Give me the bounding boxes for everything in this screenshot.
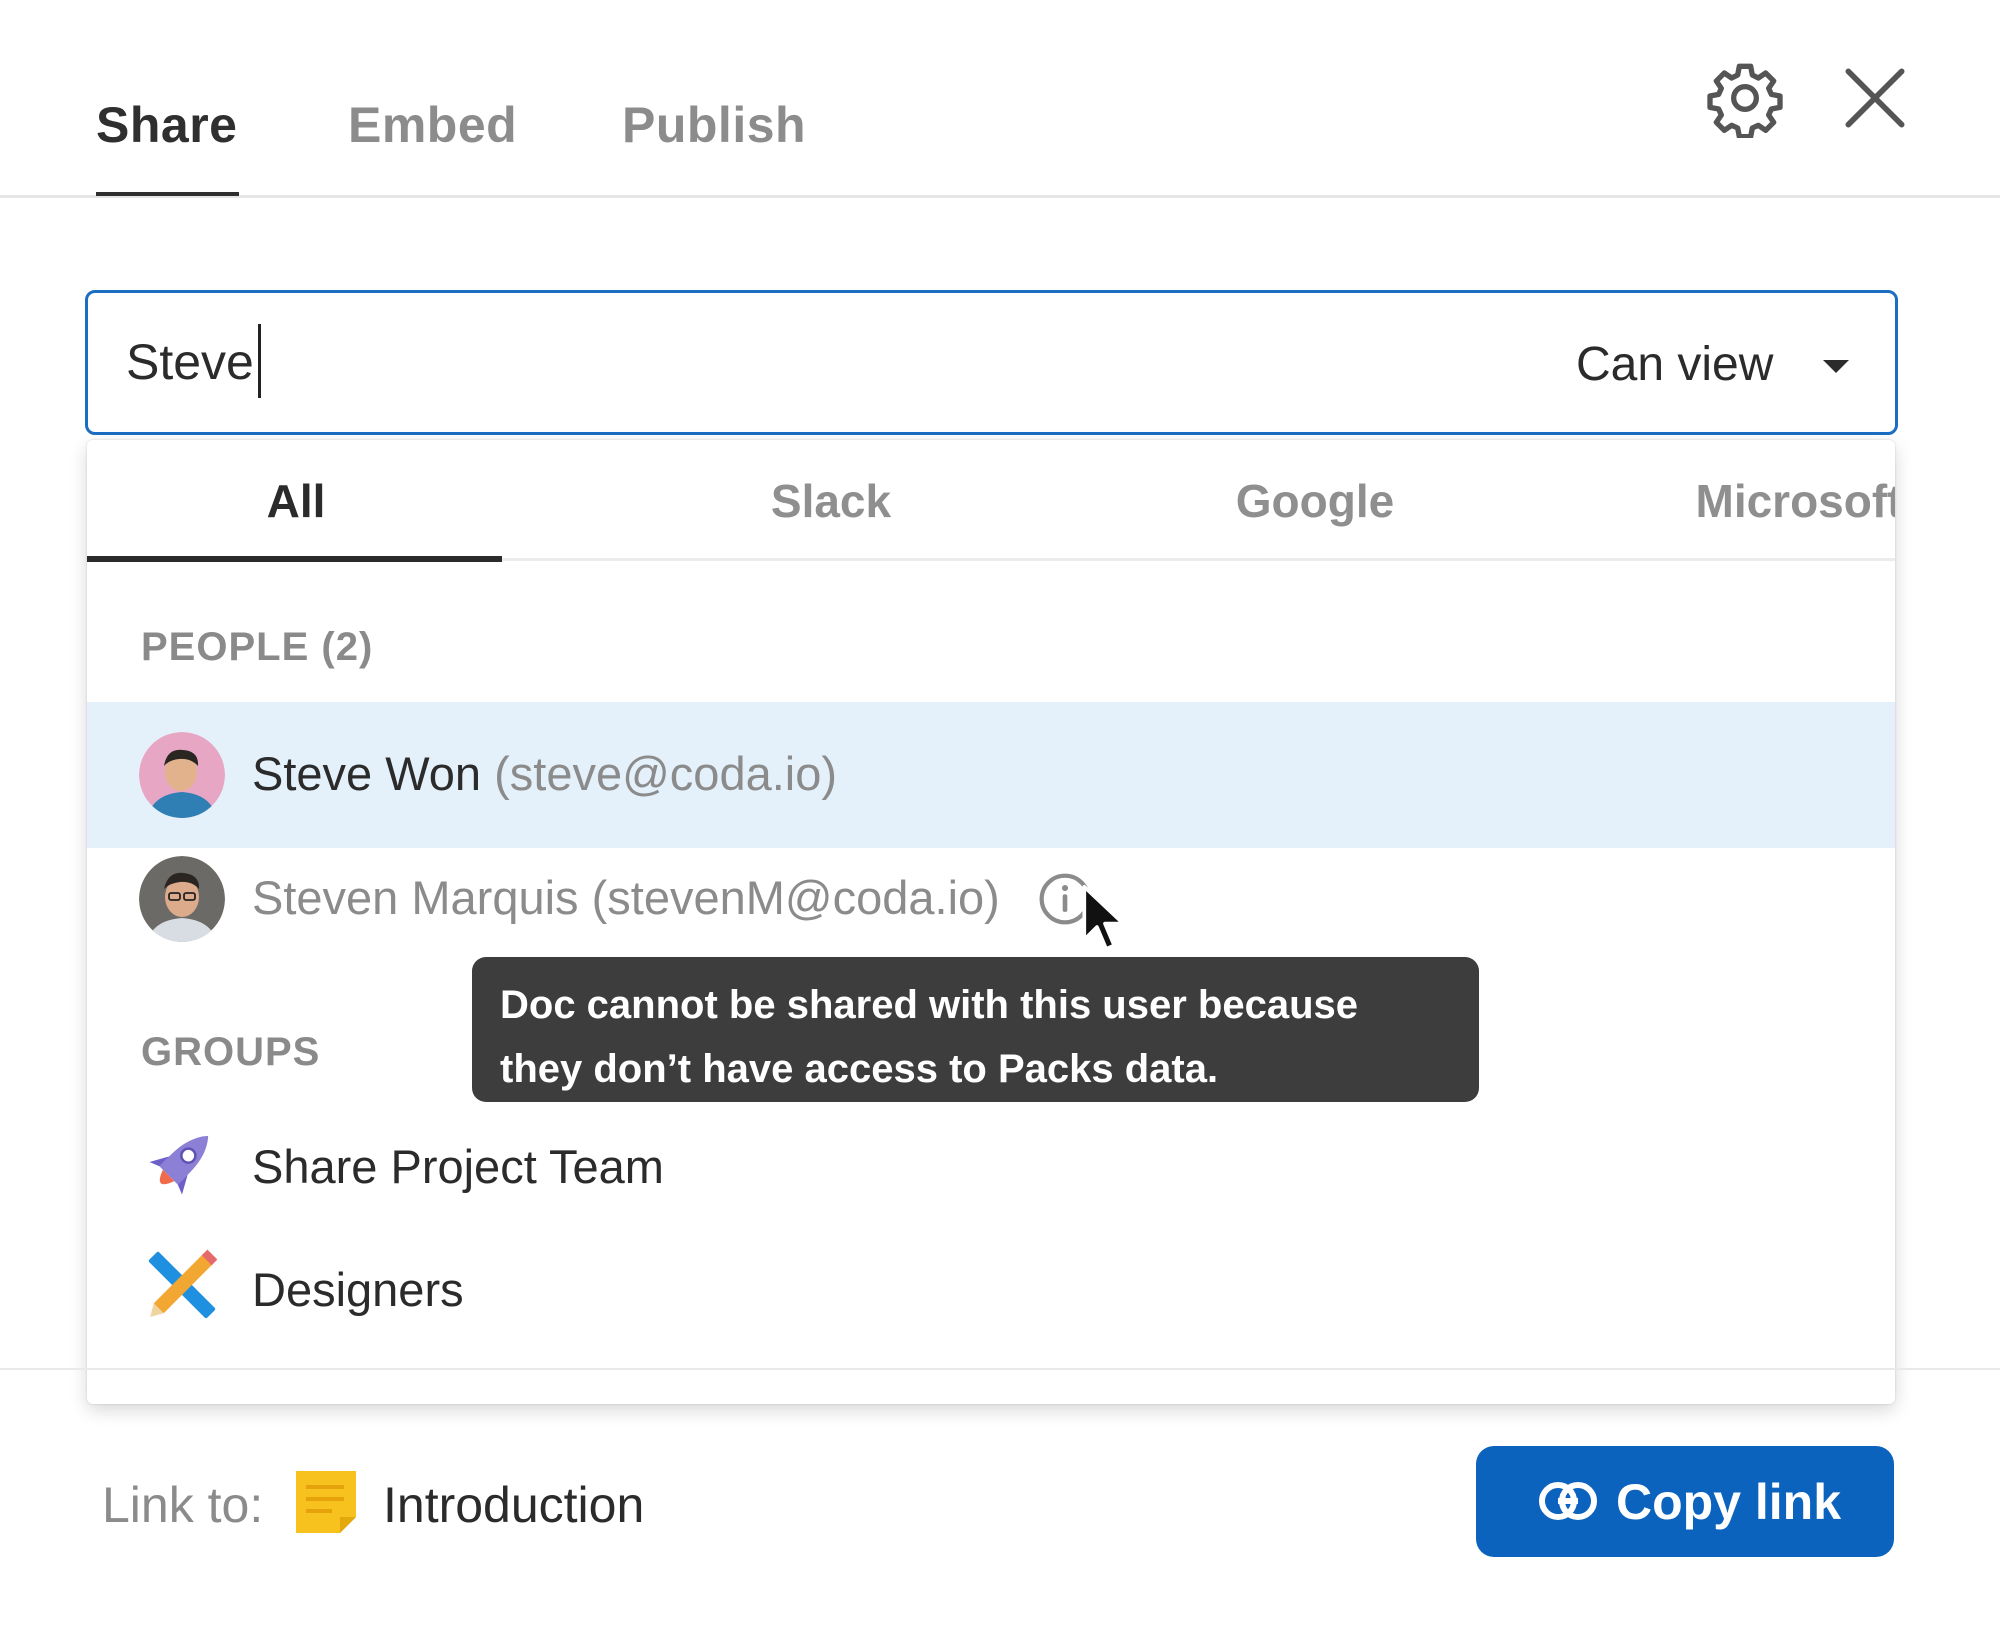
chevron-down-icon[interactable] bbox=[1823, 360, 1849, 373]
close-icon[interactable] bbox=[1835, 58, 1915, 138]
suggestions-dropdown: All Slack Google Microsoft PEOPLE (2) St… bbox=[87, 440, 1895, 1404]
tab-publish[interactable]: Publish bbox=[622, 96, 806, 154]
avatar bbox=[139, 732, 225, 818]
group-name: Designers bbox=[252, 1263, 464, 1316]
active-tab-indicator bbox=[87, 556, 502, 562]
person-label: Steven Marquis (stevenM@coda.io) bbox=[252, 870, 1000, 925]
tab-embed[interactable]: Embed bbox=[348, 96, 517, 154]
avatar bbox=[139, 856, 225, 942]
source-tabs: All Slack Google Microsoft bbox=[87, 440, 1896, 562]
ruler-pencil-icon bbox=[148, 1249, 218, 1319]
rocket-icon bbox=[149, 1135, 209, 1195]
person-row-steven-marquis: Steven Marquis (stevenM@coda.io) bbox=[87, 826, 1895, 972]
active-tab-indicator bbox=[96, 192, 239, 196]
tab-share[interactable]: Share bbox=[96, 96, 237, 154]
tooltip-text: Doc cannot be shared with this user beca… bbox=[500, 983, 1359, 1091]
person-email: (stevenM@coda.io) bbox=[591, 871, 1000, 924]
person-name: Steven Marquis bbox=[252, 871, 579, 924]
copy-link-button[interactable]: Copy link bbox=[1476, 1446, 1894, 1557]
tab-slack[interactable]: Slack bbox=[589, 474, 1073, 528]
share-search-field[interactable]: Steve Can view bbox=[85, 290, 1898, 435]
footer-divider bbox=[0, 1368, 2000, 1370]
tooltip: Doc cannot be shared with this user beca… bbox=[472, 957, 1479, 1102]
search-input-value: Steve bbox=[126, 334, 254, 390]
text-caret bbox=[257, 323, 261, 398]
search-input[interactable]: Steve bbox=[126, 323, 261, 398]
person-name: Steve Won bbox=[252, 747, 482, 800]
person-label: Steve Won (steve@coda.io) bbox=[252, 746, 837, 801]
copy-link-label: Copy link bbox=[1616, 1474, 1842, 1530]
note-icon bbox=[296, 1471, 356, 1533]
mouse-cursor-icon bbox=[1082, 884, 1126, 951]
permission-select[interactable]: Can view bbox=[1576, 337, 1773, 392]
groups-section-header: GROUPS bbox=[141, 1030, 321, 1074]
share-dialog-header: Share Embed Publish bbox=[0, 0, 2000, 198]
tab-google[interactable]: Google bbox=[1073, 474, 1557, 528]
link-target-select[interactable]: Introduction bbox=[383, 1476, 644, 1534]
person-email: (steve@coda.io) bbox=[494, 747, 838, 800]
people-section-header: PEOPLE (2) bbox=[141, 625, 374, 669]
gear-icon[interactable] bbox=[1705, 58, 1785, 138]
link-to-label: Link to: bbox=[102, 1477, 264, 1533]
group-row-designers[interactable]: Designers bbox=[87, 1218, 1895, 1364]
link-icon bbox=[1539, 1482, 1597, 1520]
tab-microsoft[interactable]: Microsoft bbox=[1557, 474, 1896, 528]
group-name: Share Project Team bbox=[252, 1140, 664, 1193]
